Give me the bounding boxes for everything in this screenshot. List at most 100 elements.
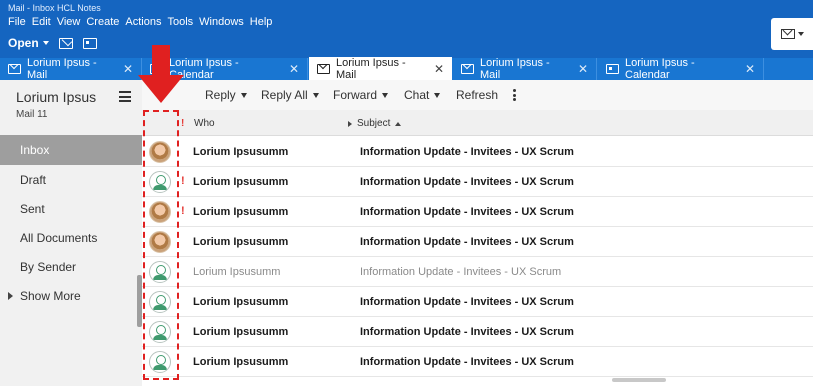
open-label: Open [8, 36, 39, 50]
sidebar-item-label: Show More [20, 289, 81, 303]
chat-label: Chat [404, 88, 430, 102]
mail-icon [8, 64, 21, 74]
calendar-icon[interactable] [82, 37, 97, 49]
sidebar-item-label: By Sender [20, 260, 77, 274]
sender: Lorium Ipsusumm [193, 236, 289, 248]
avatar [149, 261, 171, 283]
new-mail-button[interactable] [771, 18, 813, 50]
reply-all-label: Reply All [261, 88, 308, 102]
window-title: Mail - Inbox HCL Notes [8, 3, 101, 13]
avatar [149, 231, 171, 253]
table-row[interactable]: Lorium Ipsusumm Information Update - Inv… [142, 347, 813, 377]
sender: Lorium Ipsusumm [193, 326, 289, 338]
mail-icon[interactable] [58, 37, 73, 49]
account-subtitle: Mail 11 [16, 109, 48, 120]
chevron-down-icon [382, 92, 389, 98]
menu-view[interactable]: View [57, 16, 81, 28]
tab-calendar-2[interactable]: Lorium Ipsus - Calendar ✕ [598, 57, 764, 81]
who-column-header[interactable]: Who [194, 118, 215, 129]
table-row[interactable]: Lorium Ipsusumm Information Update - Inv… [142, 227, 813, 257]
refresh-button[interactable]: Refresh [456, 88, 498, 102]
avatar [149, 171, 171, 193]
table-row[interactable]: Lorium Ipsusumm Information Update - Inv… [142, 317, 813, 347]
chat-button[interactable]: Chat [404, 88, 441, 102]
close-icon[interactable]: ✕ [745, 62, 755, 76]
close-icon[interactable]: ✕ [289, 62, 299, 76]
menu-windows[interactable]: Windows [199, 16, 244, 28]
chevron-down-icon [240, 92, 247, 98]
sidebar-item-show-more[interactable]: Show More [0, 281, 142, 311]
sidebar: Lorium Ipsus Mail 11 Inbox Draft Sent Al… [0, 80, 142, 386]
table-row[interactable]: ! Lorium Ipsusumm Information Update - I… [142, 167, 813, 197]
tab-mail-2-active[interactable]: Lorium Ipsus - Mail ✕ [309, 56, 452, 81]
sender: Lorium Ipsusumm [193, 206, 289, 218]
sender: Lorium Ipsusumm [193, 146, 289, 158]
hamburger-icon[interactable] [119, 91, 131, 102]
tab-label: Lorium Ipsus - Calendar [169, 57, 239, 81]
menu-create[interactable]: Create [86, 16, 119, 28]
subject: Information Update - Invitees - UX Scrum [360, 176, 574, 188]
quick-toolbar: Open [8, 36, 97, 50]
forward-button[interactable]: Forward [333, 88, 389, 102]
chevron-down-icon [42, 41, 49, 45]
sidebar-item-by-sender[interactable]: By Sender [0, 252, 142, 282]
tab-mail-1[interactable]: Lorium Ipsus - Mail ✕ [0, 57, 142, 81]
sidebar-item-label: Inbox [20, 143, 50, 157]
sidebar-item-sent[interactable]: Sent [0, 194, 142, 224]
subject: Information Update - Invitees - UX Scrum [360, 266, 562, 278]
action-toolbar: Reply Reply All Forward Chat Refresh [142, 80, 813, 110]
calendar-icon [606, 64, 619, 74]
reply-label: Reply [205, 88, 236, 102]
table-row[interactable]: Lorium Ipsusumm Information Update - Inv… [142, 137, 813, 167]
account-name: Lorium Ipsus [16, 89, 97, 105]
close-icon[interactable]: ✕ [434, 62, 444, 76]
menu-tools[interactable]: Tools [167, 16, 193, 28]
tab-label: Lorium Ipsus - Mail [336, 56, 406, 81]
reply-all-button[interactable]: Reply All [261, 88, 319, 102]
sidebar-item-inbox[interactable]: Inbox [0, 135, 142, 165]
table-row[interactable]: Lorium Ipsusumm Information Update - Inv… [142, 287, 813, 317]
menu-file[interactable]: File [8, 16, 26, 28]
open-button[interactable]: Open [8, 36, 49, 50]
menu-actions[interactable]: Actions [125, 16, 161, 28]
tab-label: Lorium Ipsus - Mail [27, 57, 97, 81]
expand-icon [348, 120, 352, 127]
sort-ascending-icon [395, 121, 402, 126]
close-icon[interactable]: ✕ [123, 62, 133, 76]
avatar [149, 141, 171, 163]
chevron-down-icon [312, 92, 319, 98]
tab-calendar-1[interactable]: Lorium Ipsus - Calendar ✕ [142, 57, 308, 81]
tab-mail-3[interactable]: Lorium Ipsus - Mail ✕ [453, 57, 597, 81]
priority-column-header[interactable]: ! [181, 118, 184, 129]
sidebar-item-label: Sent [20, 202, 45, 216]
refresh-label: Refresh [456, 88, 499, 102]
sender: Lorium Ipsusumm [193, 176, 289, 188]
priority-icon: ! [181, 175, 185, 187]
reply-button[interactable]: Reply [205, 88, 247, 102]
sidebar-item-label: Draft [20, 173, 47, 187]
list-header: ! Who Subject [142, 110, 813, 136]
priority-icon: ! [181, 205, 185, 217]
sidebar-item-all-documents[interactable]: All Documents [0, 223, 142, 253]
subject-column-header[interactable]: Subject [348, 118, 402, 129]
envelope-icon [780, 29, 795, 39]
subject: Information Update - Invitees - UX Scrum [360, 206, 574, 218]
subject: Information Update - Invitees - UX Scrum [360, 326, 574, 338]
tab-label: Lorium Ipsus - Mail [480, 57, 550, 81]
tab-strip: Lorium Ipsus - Mail ✕ Lorium Ipsus - Cal… [0, 56, 813, 81]
expand-icon [8, 292, 13, 300]
horizontal-scrollbar[interactable] [612, 378, 666, 382]
more-options-icon[interactable] [513, 89, 516, 101]
sidebar-item-draft[interactable]: Draft [0, 165, 142, 195]
avatar [149, 291, 171, 313]
sender: Lorium Ipsusumm [193, 356, 289, 368]
table-row[interactable]: ! Lorium Ipsusumm Information Update - I… [142, 197, 813, 227]
sidebar-item-label: All Documents [20, 231, 98, 245]
table-row[interactable]: Lorium Ipsusumm Information Update - Inv… [142, 257, 813, 287]
menu-help[interactable]: Help [250, 16, 273, 28]
close-icon[interactable]: ✕ [578, 62, 588, 76]
subject-column-label: Subject [357, 118, 391, 129]
subject: Information Update - Invitees - UX Scrum [360, 236, 574, 248]
menu-bar: File Edit View Create Actions Tools Wind… [8, 16, 272, 28]
menu-edit[interactable]: Edit [32, 16, 51, 28]
